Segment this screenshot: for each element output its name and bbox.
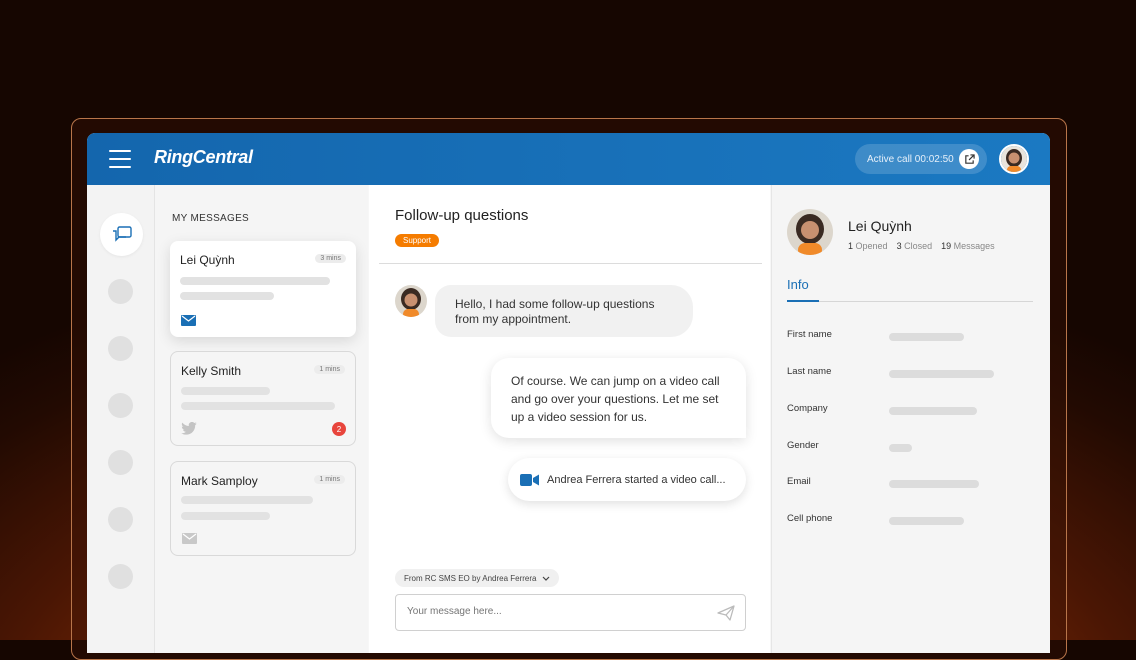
field-value-placeholder [889, 517, 964, 525]
preview-placeholder [181, 402, 335, 410]
nav-item-placeholder[interactable] [108, 336, 133, 361]
active-call-timer: Active call 00:02:50 [867, 153, 954, 165]
nav-rail [87, 185, 155, 653]
sender-name: Mark Samploy [181, 474, 258, 488]
send-icon[interactable] [717, 605, 735, 621]
nav-item-placeholder[interactable] [108, 279, 133, 304]
envelope-icon [180, 313, 196, 327]
top-bar: RingCentral Active call 00:02:50 [87, 133, 1050, 185]
conversation-title: Follow-up questions [395, 207, 529, 224]
tab-info[interactable]: Info [787, 277, 809, 292]
divider [379, 263, 762, 264]
tab-underline [787, 300, 1033, 302]
menu-icon[interactable] [109, 150, 131, 168]
message-composer [395, 594, 746, 631]
field-label-cell-phone: Cell phone [787, 513, 833, 524]
contact-avatar [395, 285, 427, 317]
contact-name: Lei Quỳnh [848, 218, 912, 234]
field-label-email: Email [787, 476, 811, 487]
active-call-pill[interactable]: Active call 00:02:50 [855, 144, 987, 174]
outgoing-message: Of course. We can jump on a video call a… [491, 358, 746, 438]
ringcentral-logo: RingCentral [154, 147, 253, 167]
contact-stats: 1 Opened 3 Closed 19 Messages [848, 241, 995, 251]
nav-item-placeholder[interactable] [108, 507, 133, 532]
closed-count: 3 [896, 241, 902, 251]
message-card[interactable]: Kelly Smith 1 mins 2 [170, 351, 356, 446]
field-label-gender: Gender [787, 440, 819, 451]
message-time: 1 mins [314, 365, 345, 374]
app-window: RingCentral Active call 00:02:50 MY MESS… [87, 133, 1050, 653]
preview-placeholder [180, 292, 274, 300]
closed-label: Closed [904, 241, 933, 251]
support-tag[interactable]: Support [395, 234, 440, 247]
messages-count: 19 [941, 241, 952, 251]
nav-item-placeholder[interactable] [108, 450, 133, 475]
preview-placeholder [181, 512, 270, 520]
field-value-placeholder [889, 333, 964, 341]
user-avatar[interactable] [999, 144, 1029, 174]
envelope-icon [181, 531, 197, 545]
preview-placeholder [181, 496, 313, 504]
chevron-down-icon [542, 576, 550, 581]
sender-name: Kelly Smith [181, 364, 242, 378]
message-input[interactable] [405, 605, 699, 618]
field-value-placeholder [889, 480, 979, 488]
messages-label: Messages [953, 241, 995, 251]
from-selector[interactable]: From RC SMS EO by Andrea Ferrera [395, 569, 560, 587]
contact-info-panel: Lei Quỳnh 1 Opened 3 Closed 19 Messages … [771, 185, 1050, 653]
field-value-placeholder [889, 370, 994, 378]
message-time: 3 mins [315, 254, 346, 263]
messages-heading: MY MESSAGES [172, 213, 250, 224]
video-call-event[interactable]: Andrea Ferrera started a video call... [508, 458, 746, 501]
opened-count: 1 [848, 241, 854, 251]
field-label-first-name: First name [787, 329, 832, 340]
conversation-panel: Follow-up questions Support Hello, I had… [369, 185, 770, 653]
video-call-text: Andrea Ferrera started a video call... [547, 473, 726, 486]
message-card[interactable]: Mark Samploy 1 mins [170, 461, 356, 556]
opened-label: Opened [855, 241, 888, 251]
from-selector-label: From RC SMS EO by Andrea Ferrera [404, 573, 537, 583]
sender-name: Lei Quỳnh [180, 253, 235, 267]
nav-item-placeholder[interactable] [108, 564, 133, 589]
twitter-icon [181, 421, 197, 435]
video-camera-icon [520, 473, 539, 486]
field-value-placeholder [889, 407, 977, 415]
unread-badge: 2 [332, 422, 346, 436]
message-card[interactable]: Lei Quỳnh 3 mins [170, 241, 356, 337]
nav-item-placeholder[interactable] [108, 393, 133, 418]
messages-nav-icon[interactable] [100, 213, 143, 256]
message-time: 1 mins [314, 475, 345, 484]
incoming-message: Hello, I had some follow-up questions fr… [435, 285, 693, 337]
popout-icon[interactable] [959, 149, 979, 169]
field-value-placeholder [889, 444, 912, 452]
messages-panel: MY MESSAGES Lei Quỳnh 3 mins Kelly Smith… [155, 185, 368, 653]
field-label-company: Company [787, 403, 828, 414]
field-label-last-name: Last name [787, 366, 832, 377]
contact-avatar [787, 209, 833, 255]
preview-placeholder [181, 387, 270, 395]
preview-placeholder [180, 277, 330, 285]
